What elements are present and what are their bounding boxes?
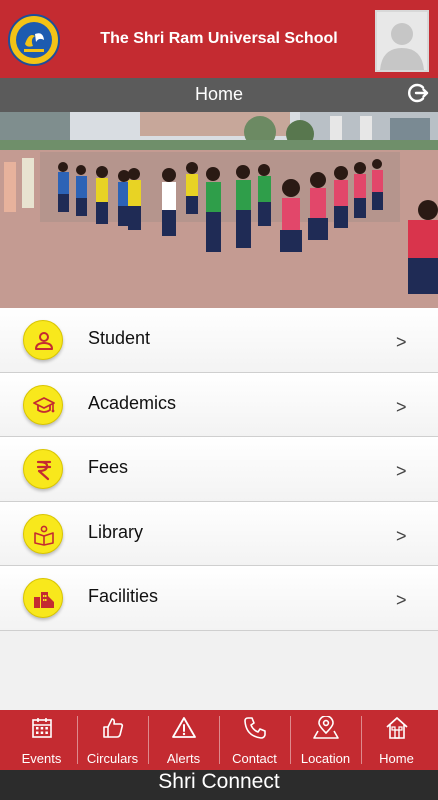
menu-item-student[interactable]: Student > xyxy=(0,308,438,373)
school-logo-icon xyxy=(8,14,60,66)
chevron-right-icon: > xyxy=(396,590,407,610)
chevron-right-icon: > xyxy=(396,332,407,352)
tab-label: Location xyxy=(300,751,351,766)
bottom-tab-bar: Events Circulars Alerts Contact Location… xyxy=(0,710,438,770)
buildings-icon xyxy=(23,578,63,618)
person-icon xyxy=(23,320,63,360)
book-reader-icon xyxy=(23,513,63,554)
menu-item-library[interactable]: Library > xyxy=(0,501,438,566)
app-header: The Shri Ram Universal School xyxy=(0,0,438,78)
map-pin-icon xyxy=(290,716,361,742)
logout-icon[interactable] xyxy=(406,81,430,105)
menu-item-label: Fees xyxy=(88,457,129,477)
menu-item-fees[interactable]: Fees > xyxy=(0,437,438,502)
menu-item-label: Facilities xyxy=(88,586,159,606)
menu-item-label: Student xyxy=(88,328,151,348)
tab-home[interactable]: Home xyxy=(361,710,432,770)
tab-label: Alerts xyxy=(166,751,201,766)
rupee-icon xyxy=(23,449,63,489)
menu-item-academics[interactable]: Academics > xyxy=(0,372,438,437)
main-menu: Student > Academics > Fees > Library > F… xyxy=(0,308,438,631)
warning-icon xyxy=(148,716,219,742)
app-name: Shri Connect xyxy=(158,770,280,793)
graduation-cap-icon xyxy=(23,384,63,425)
tab-label: Events xyxy=(21,751,62,766)
calendar-icon xyxy=(6,716,77,742)
tab-circulars[interactable]: Circulars xyxy=(77,710,148,770)
user-avatar-icon[interactable] xyxy=(375,10,429,72)
tab-label: Circulars xyxy=(86,751,139,766)
title-bar: Home xyxy=(0,78,438,112)
tab-label: Contact xyxy=(232,751,277,766)
app-footer: Shri Connect xyxy=(0,770,438,800)
menu-item-facilities[interactable]: Facilities > xyxy=(0,566,438,631)
students-assembly-photo xyxy=(0,112,438,308)
page-title: Home xyxy=(194,84,243,104)
tab-label: Home xyxy=(379,751,414,766)
tab-location[interactable]: Location xyxy=(290,710,361,770)
school-name: The Shri Ram Universal School xyxy=(100,30,338,47)
tab-contact[interactable]: Contact xyxy=(219,710,290,770)
thumbs-up-icon xyxy=(77,716,148,742)
menu-item-label: Academics xyxy=(88,392,177,413)
chevron-right-icon: > xyxy=(396,461,407,481)
tab-alerts[interactable]: Alerts xyxy=(148,710,219,770)
chevron-right-icon: > xyxy=(396,396,407,417)
tab-events[interactable]: Events xyxy=(6,710,77,770)
home-icon xyxy=(361,716,432,742)
menu-item-label: Library xyxy=(88,521,144,542)
phone-icon xyxy=(219,716,290,742)
chevron-right-icon: > xyxy=(396,525,407,546)
